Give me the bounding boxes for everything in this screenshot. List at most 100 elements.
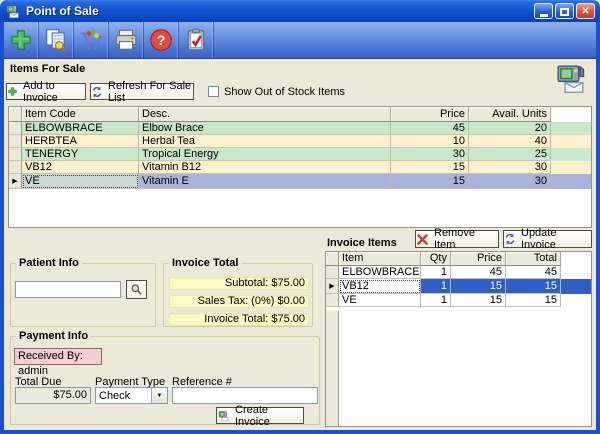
cell-item[interactable]: VE	[339, 294, 421, 307]
cell-avail[interactable]: 40	[469, 135, 551, 148]
invoice-items-title: Invoice Items	[327, 237, 397, 249]
add-to-invoice-button[interactable]: Add to Invoice	[6, 83, 86, 100]
refresh-icon	[504, 233, 516, 245]
toolbar-cart-button[interactable]	[74, 22, 109, 58]
invoice-total-value: Invoice Total: $75.00	[169, 313, 309, 326]
payment-info-title: Payment Info	[16, 330, 91, 342]
refresh-for-sale-list-button[interactable]: Refresh For Sale List	[90, 83, 194, 100]
add-item-icon	[8, 27, 34, 53]
cell-total[interactable]: 15	[506, 294, 561, 307]
column-header-item[interactable]: Item	[339, 252, 421, 266]
cell-desc[interactable]: Tropical Energy	[139, 148, 391, 161]
toolbar-help-button[interactable]: ?	[144, 22, 179, 58]
chevron-down-icon[interactable]: ▼	[151, 388, 167, 403]
table-row-selected[interactable]: ▶ VE Vitamin E 15 30	[9, 174, 591, 189]
row-selector[interactable]	[9, 122, 22, 135]
column-header-price[interactable]: Price	[391, 107, 469, 122]
invoice-total-group: Invoice Total Subtotal: $75.00 Sales Tax…	[163, 263, 313, 327]
table-row[interactable]: TENERGY Tropical Energy 30 25	[9, 148, 591, 161]
column-header-desc[interactable]: Desc.	[139, 107, 391, 122]
row-selector[interactable]	[9, 161, 22, 174]
minimize-button[interactable]	[534, 3, 553, 19]
table-row[interactable]: VB12 Vitamin B12 15 30	[9, 161, 591, 174]
current-row-arrow[interactable]: ▶	[9, 174, 22, 189]
show-out-of-stock-checkbox[interactable]	[208, 86, 219, 97]
column-header-item-code[interactable]: Item Code	[22, 107, 139, 122]
cell-price[interactable]: 15	[451, 279, 506, 294]
current-row-arrow[interactable]: ▶	[326, 279, 339, 294]
toolbar-invoice-button[interactable]	[179, 22, 214, 58]
create-invoice-button[interactable]: Create Invoice	[216, 407, 304, 424]
svg-text:?: ?	[157, 32, 166, 48]
cell-avail[interactable]: 30	[469, 161, 551, 174]
cell-item-code[interactable]: VB12	[22, 161, 139, 174]
cell-price[interactable]: 45	[391, 122, 469, 135]
cell-qty[interactable]: 1	[421, 294, 451, 307]
cell-price[interactable]: 15	[451, 294, 506, 307]
app-register-icon	[5, 3, 21, 19]
row-selector[interactable]	[9, 148, 22, 161]
row-selector[interactable]	[326, 294, 339, 307]
window-border-left	[0, 22, 4, 434]
create-invoice-label: Create Invoice	[235, 404, 303, 428]
cell-total[interactable]: 15	[506, 279, 561, 294]
cell-qty[interactable]: 1	[421, 266, 451, 279]
remove-item-label: Remove Item	[434, 227, 498, 251]
grid-header-row: Item Code Desc. Price Avail. Units	[9, 107, 591, 122]
title-bar[interactable]: Point of Sale ✕	[0, 0, 600, 22]
column-header-avail-units[interactable]: Avail. Units	[469, 107, 551, 122]
table-row[interactable]: ELBOWBRACE 1 45 45	[326, 266, 591, 279]
update-invoice-button[interactable]: Update Invoice	[503, 230, 592, 248]
toolbar-print-button[interactable]	[109, 22, 144, 58]
table-row[interactable]: VE 1 15 15	[326, 294, 591, 307]
cell-desc[interactable]: Herbal Tea	[139, 135, 391, 148]
column-header-price[interactable]: Price	[451, 252, 506, 266]
patient-search-input[interactable]	[15, 281, 121, 298]
row-selector[interactable]	[9, 135, 22, 148]
header-selector-cell	[326, 252, 339, 266]
invoice-check-icon	[183, 27, 209, 53]
cell-avail[interactable]: 25	[469, 148, 551, 161]
cell-total[interactable]: 45	[506, 266, 561, 279]
refresh-for-sale-list-label: Refresh For Sale List	[108, 80, 193, 104]
close-button[interactable]: ✕	[576, 3, 595, 19]
help-icon: ?	[148, 27, 174, 53]
cell-item-code[interactable]: TENERGY	[22, 148, 139, 161]
maximize-button[interactable]	[555, 3, 574, 19]
window-border-bottom	[0, 430, 600, 434]
cell-desc[interactable]: Vitamin E	[139, 174, 391, 189]
row-selector[interactable]	[326, 266, 339, 279]
toolbar-add-button[interactable]	[4, 22, 39, 58]
reference-input[interactable]	[172, 387, 318, 404]
sales-tax-value: Sales Tax: (0%) $0.00	[169, 295, 309, 308]
cell-avail[interactable]: 20	[469, 122, 551, 135]
selector-column-filler	[326, 311, 339, 426]
cell-price[interactable]: 30	[391, 148, 469, 161]
payment-type-combo[interactable]: Check ▼	[95, 387, 168, 404]
patient-search-button[interactable]	[126, 280, 147, 299]
cell-item-code-focused[interactable]: VE	[22, 174, 139, 189]
cell-desc[interactable]: Elbow Brace	[139, 122, 391, 135]
column-header-qty[interactable]: Qty	[421, 252, 451, 266]
cell-price[interactable]: 45	[451, 266, 506, 279]
column-header-total[interactable]: Total	[506, 252, 561, 266]
subtotal-value: Subtotal: $75.00	[169, 277, 309, 290]
cell-item-code[interactable]: HERBTEA	[22, 135, 139, 148]
cell-price[interactable]: 15	[391, 161, 469, 174]
cell-price[interactable]: 10	[391, 135, 469, 148]
search-icon	[130, 283, 143, 296]
table-row-selected[interactable]: ▶ VB12 1 15 15	[326, 279, 591, 294]
cell-item-focused[interactable]: VB12	[339, 279, 421, 294]
cell-price[interactable]: 15	[391, 174, 469, 189]
remove-item-button[interactable]: Remove Item	[415, 230, 499, 248]
find-items-icon	[43, 27, 69, 53]
cell-qty[interactable]: 1	[421, 279, 451, 294]
patient-info-title: Patient Info	[16, 257, 82, 269]
table-row[interactable]: ELBOWBRACE Elbow Brace 45 20	[9, 122, 591, 135]
cell-desc[interactable]: Vitamin B12	[139, 161, 391, 174]
cell-item[interactable]: ELBOWBRACE	[339, 266, 421, 279]
toolbar-find-items-button[interactable]	[39, 22, 74, 58]
table-row[interactable]: HERBTEA Herbal Tea 10 40	[9, 135, 591, 148]
cell-avail[interactable]: 30	[469, 174, 551, 189]
cell-item-code[interactable]: ELBOWBRACE	[22, 122, 139, 135]
